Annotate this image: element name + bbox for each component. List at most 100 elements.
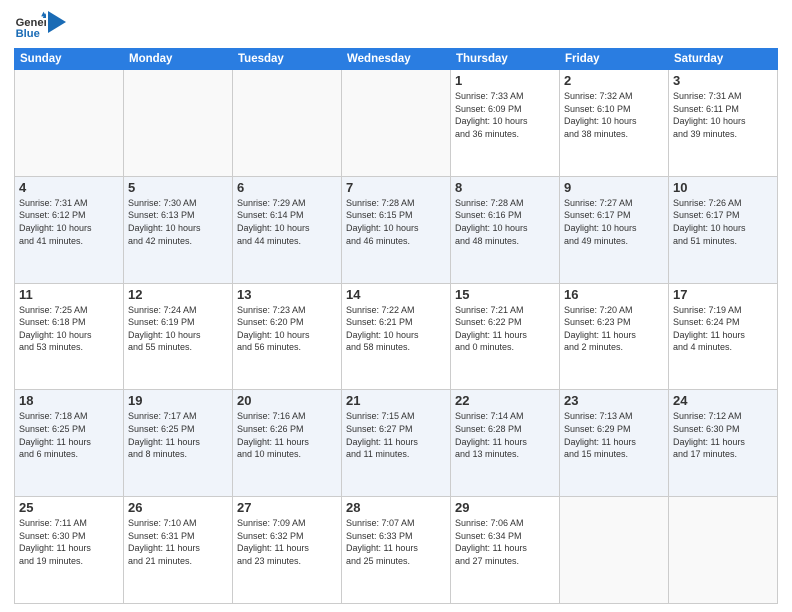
day-number: 27 bbox=[237, 500, 337, 515]
day-number: 19 bbox=[128, 393, 228, 408]
day-number: 21 bbox=[346, 393, 446, 408]
calendar-day-cell: 26 Sunrise: 7:10 AM Sunset: 6:31 PM Dayli… bbox=[124, 497, 233, 604]
calendar-week-row: 11 Sunrise: 7:25 AM Sunset: 6:18 PM Dayli… bbox=[15, 283, 778, 390]
calendar-day-cell bbox=[15, 70, 124, 177]
weekday-header: Sunday bbox=[15, 49, 124, 70]
day-info: Sunrise: 7:18 AM Sunset: 6:25 PM Dayligh… bbox=[19, 410, 119, 460]
day-info: Sunrise: 7:12 AM Sunset: 6:30 PM Dayligh… bbox=[673, 410, 773, 460]
day-info: Sunrise: 7:28 AM Sunset: 6:15 PM Dayligh… bbox=[346, 197, 446, 247]
day-number: 9 bbox=[564, 180, 664, 195]
day-info: Sunrise: 7:27 AM Sunset: 6:17 PM Dayligh… bbox=[564, 197, 664, 247]
weekday-header: Monday bbox=[124, 49, 233, 70]
weekday-header: Thursday bbox=[451, 49, 560, 70]
calendar-day-cell: 4 Sunrise: 7:31 AM Sunset: 6:12 PM Daylig… bbox=[15, 176, 124, 283]
weekday-header: Friday bbox=[560, 49, 669, 70]
calendar-day-cell bbox=[342, 70, 451, 177]
day-info: Sunrise: 7:26 AM Sunset: 6:17 PM Dayligh… bbox=[673, 197, 773, 247]
day-number: 1 bbox=[455, 73, 555, 88]
day-info: Sunrise: 7:24 AM Sunset: 6:19 PM Dayligh… bbox=[128, 304, 228, 354]
day-number: 23 bbox=[564, 393, 664, 408]
day-info: Sunrise: 7:25 AM Sunset: 6:18 PM Dayligh… bbox=[19, 304, 119, 354]
day-info: Sunrise: 7:16 AM Sunset: 6:26 PM Dayligh… bbox=[237, 410, 337, 460]
day-number: 4 bbox=[19, 180, 119, 195]
day-number: 18 bbox=[19, 393, 119, 408]
calendar-day-cell: 10 Sunrise: 7:26 AM Sunset: 6:17 PM Dayli… bbox=[669, 176, 778, 283]
calendar-day-cell: 7 Sunrise: 7:28 AM Sunset: 6:15 PM Daylig… bbox=[342, 176, 451, 283]
calendar-day-cell bbox=[233, 70, 342, 177]
calendar-day-cell: 16Sunrise: 7:20 AM Sunset: 6:23 PM Dayli… bbox=[560, 283, 669, 390]
calendar-day-cell: 8 Sunrise: 7:28 AM Sunset: 6:16 PM Daylig… bbox=[451, 176, 560, 283]
day-number: 11 bbox=[19, 287, 119, 302]
day-info: Sunrise: 7:07 AM Sunset: 6:33 PM Dayligh… bbox=[346, 517, 446, 567]
day-info: Sunrise: 7:28 AM Sunset: 6:16 PM Dayligh… bbox=[455, 197, 555, 247]
day-number: 16 bbox=[564, 287, 664, 302]
day-info: Sunrise: 7:23 AM Sunset: 6:20 PM Dayligh… bbox=[237, 304, 337, 354]
svg-text:Blue: Blue bbox=[16, 28, 40, 40]
day-info: Sunrise: 7:21 AM Sunset: 6:22 PM Dayligh… bbox=[455, 304, 555, 354]
day-info: Sunrise: 7:31 AM Sunset: 6:12 PM Dayligh… bbox=[19, 197, 119, 247]
day-info: Sunrise: 7:09 AM Sunset: 6:32 PM Dayligh… bbox=[237, 517, 337, 567]
calendar-week-row: 1 Sunrise: 7:33 AM Sunset: 6:09 PM Daylig… bbox=[15, 70, 778, 177]
calendar-day-cell: 11 Sunrise: 7:25 AM Sunset: 6:18 PM Dayli… bbox=[15, 283, 124, 390]
calendar-header-row: SundayMondayTuesdayWednesdayThursdayFrid… bbox=[15, 49, 778, 70]
calendar-day-cell: 2 Sunrise: 7:32 AM Sunset: 6:10 PM Daylig… bbox=[560, 70, 669, 177]
calendar-table: SundayMondayTuesdayWednesdayThursdayFrid… bbox=[14, 48, 778, 604]
day-number: 28 bbox=[346, 500, 446, 515]
day-number: 8 bbox=[455, 180, 555, 195]
calendar-day-cell: 28 Sunrise: 7:07 AM Sunset: 6:33 PM Dayli… bbox=[342, 497, 451, 604]
calendar-day-cell: 1 Sunrise: 7:33 AM Sunset: 6:09 PM Daylig… bbox=[451, 70, 560, 177]
calendar-week-row: 4 Sunrise: 7:31 AM Sunset: 6:12 PM Daylig… bbox=[15, 176, 778, 283]
calendar-day-cell bbox=[669, 497, 778, 604]
calendar-day-cell: 20 Sunrise: 7:16 AM Sunset: 6:26 PM Dayli… bbox=[233, 390, 342, 497]
day-number: 29 bbox=[455, 500, 555, 515]
calendar-day-cell bbox=[560, 497, 669, 604]
weekday-header: Saturday bbox=[669, 49, 778, 70]
day-info: Sunrise: 7:31 AM Sunset: 6:11 PM Dayligh… bbox=[673, 90, 773, 140]
calendar-day-cell: 13 Sunrise: 7:23 AM Sunset: 6:20 PM Dayli… bbox=[233, 283, 342, 390]
day-info: Sunrise: 7:17 AM Sunset: 6:25 PM Dayligh… bbox=[128, 410, 228, 460]
weekday-header: Tuesday bbox=[233, 49, 342, 70]
logo-icon: General Blue bbox=[14, 10, 46, 42]
calendar-day-cell: 18 Sunrise: 7:18 AM Sunset: 6:25 PM Dayli… bbox=[15, 390, 124, 497]
calendar-day-cell: 24 Sunrise: 7:12 AM Sunset: 6:30 PM Dayli… bbox=[669, 390, 778, 497]
day-number: 20 bbox=[237, 393, 337, 408]
header: General Blue bbox=[14, 10, 778, 42]
day-number: 7 bbox=[346, 180, 446, 195]
day-number: 12 bbox=[128, 287, 228, 302]
calendar-day-cell: 25Sunrise: 7:11 AM Sunset: 6:30 PM Dayli… bbox=[15, 497, 124, 604]
calendar-day-cell: 3 Sunrise: 7:31 AM Sunset: 6:11 PM Daylig… bbox=[669, 70, 778, 177]
day-number: 22 bbox=[455, 393, 555, 408]
calendar-day-cell: 29Sunrise: 7:06 AM Sunset: 6:34 PM Dayli… bbox=[451, 497, 560, 604]
day-number: 2 bbox=[564, 73, 664, 88]
calendar-day-cell: 21 Sunrise: 7:15 AM Sunset: 6:27 PM Dayli… bbox=[342, 390, 451, 497]
day-number: 26 bbox=[128, 500, 228, 515]
svg-text:General: General bbox=[16, 17, 46, 29]
day-number: 10 bbox=[673, 180, 773, 195]
day-info: Sunrise: 7:10 AM Sunset: 6:31 PM Dayligh… bbox=[128, 517, 228, 567]
day-number: 6 bbox=[237, 180, 337, 195]
day-number: 24 bbox=[673, 393, 773, 408]
day-info: Sunrise: 7:29 AM Sunset: 6:14 PM Dayligh… bbox=[237, 197, 337, 247]
day-info: Sunrise: 7:19 AM Sunset: 6:24 PM Dayligh… bbox=[673, 304, 773, 354]
calendar-week-row: 18 Sunrise: 7:18 AM Sunset: 6:25 PM Dayli… bbox=[15, 390, 778, 497]
calendar-day-cell: 9 Sunrise: 7:27 AM Sunset: 6:17 PM Daylig… bbox=[560, 176, 669, 283]
day-info: Sunrise: 7:30 AM Sunset: 6:13 PM Dayligh… bbox=[128, 197, 228, 247]
day-info: Sunrise: 7:32 AM Sunset: 6:10 PM Dayligh… bbox=[564, 90, 664, 140]
logo-arrow-icon bbox=[48, 11, 66, 33]
day-number: 3 bbox=[673, 73, 773, 88]
calendar-day-cell: 19 Sunrise: 7:17 AM Sunset: 6:25 PM Dayli… bbox=[124, 390, 233, 497]
page: General Blue SundayMondayTuesdayWednesda… bbox=[0, 0, 792, 612]
calendar-day-cell bbox=[124, 70, 233, 177]
calendar-day-cell: 22Sunrise: 7:14 AM Sunset: 6:28 PM Dayli… bbox=[451, 390, 560, 497]
calendar-week-row: 25Sunrise: 7:11 AM Sunset: 6:30 PM Dayli… bbox=[15, 497, 778, 604]
day-info: Sunrise: 7:15 AM Sunset: 6:27 PM Dayligh… bbox=[346, 410, 446, 460]
day-number: 14 bbox=[346, 287, 446, 302]
calendar-day-cell: 12 Sunrise: 7:24 AM Sunset: 6:19 PM Dayli… bbox=[124, 283, 233, 390]
weekday-header: Wednesday bbox=[342, 49, 451, 70]
day-info: Sunrise: 7:33 AM Sunset: 6:09 PM Dayligh… bbox=[455, 90, 555, 140]
day-number: 13 bbox=[237, 287, 337, 302]
calendar-day-cell: 14Sunrise: 7:22 AM Sunset: 6:21 PM Dayli… bbox=[342, 283, 451, 390]
day-info: Sunrise: 7:13 AM Sunset: 6:29 PM Dayligh… bbox=[564, 410, 664, 460]
calendar-day-cell: 15Sunrise: 7:21 AM Sunset: 6:22 PM Dayli… bbox=[451, 283, 560, 390]
calendar-day-cell: 5Sunrise: 7:30 AM Sunset: 6:13 PM Daylig… bbox=[124, 176, 233, 283]
